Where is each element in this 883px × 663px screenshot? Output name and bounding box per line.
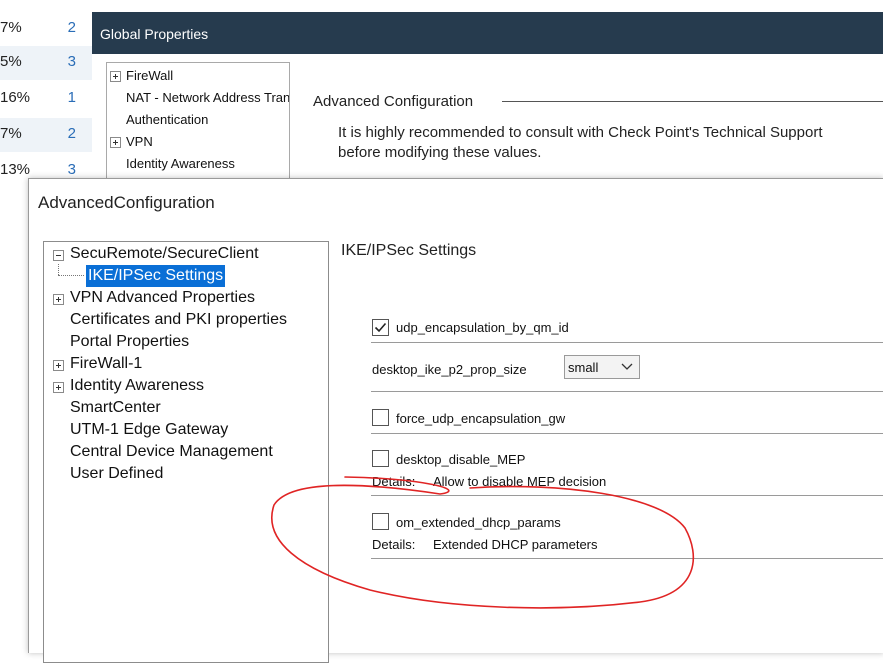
advanced-configuration-dialog: AdvancedConfiguration SecuRemote/SecureC… [28, 178, 883, 663]
udp-encapsulation-label: udp_encapsulation_by_qm_id [396, 320, 569, 335]
row-divider [371, 342, 883, 343]
disable-mep-checkbox[interactable] [372, 450, 389, 467]
list-item[interactable]: 7% 2 [0, 118, 92, 152]
expand-icon[interactable] [53, 294, 64, 305]
tree-item-user-defined[interactable]: User Defined [70, 463, 163, 485]
warning-note-line: before modifying these values. [338, 144, 542, 161]
list-item[interactable]: 16% 1 [0, 82, 92, 116]
details-label: Details: [372, 474, 416, 489]
warning-note: It is highly recommended to consult with… [338, 123, 878, 163]
prop-size-label: desktop_ike_p2_prop_size [372, 362, 527, 377]
details-text: Allow to disable MEP decision [433, 474, 607, 489]
section-heading: Advanced Configuration [313, 93, 474, 110]
count-link[interactable]: 2 [68, 19, 76, 36]
disable-mep-label: desktop_disable_MEP [396, 452, 526, 467]
force-udp-label: force_udp_encapsulation_gw [396, 411, 566, 426]
tree-item-firewall-1[interactable]: FireWall-1 [70, 353, 142, 375]
tree-item-label: FireWall [126, 68, 174, 83]
tree-item-vpn-advanced[interactable]: VPN Advanced Properties [70, 287, 255, 309]
count-link[interactable]: 3 [68, 53, 76, 70]
section-divider [502, 101, 883, 102]
tree-item-securemote[interactable]: SecuRemote/SecureClient [70, 243, 259, 265]
tree-item-label: Identity Awareness [126, 156, 235, 171]
tree-item-certificates[interactable]: Certificates and PKI properties [70, 309, 287, 331]
row-divider [371, 495, 883, 496]
details-text: Extended DHCP parameters [433, 537, 598, 552]
details-label: Details: [372, 537, 416, 552]
list-item[interactable]: 5% 3 [0, 46, 92, 80]
chevron-down-icon [621, 363, 633, 370]
section-title: IKE/IPSec Settings [341, 242, 477, 259]
expand-icon[interactable] [110, 137, 121, 148]
om-extended-dhcp-label: om_extended_dhcp_params [396, 515, 561, 530]
tree-item-portal[interactable]: Portal Properties [70, 331, 189, 353]
warning-note-line: It is highly recommended to consult with… [338, 124, 823, 141]
background-list: 7% 2 5% 3 16% 1 7% 2 13% 3 [0, 0, 92, 180]
count-link[interactable]: 2 [68, 125, 76, 142]
count-link[interactable]: 3 [68, 161, 76, 178]
tree-item-label: VPN [126, 134, 153, 149]
global-properties-tree: FireWall NAT - Network Address Translati… [106, 62, 290, 193]
tree-item-label: NAT - Network Address Translation [126, 90, 290, 105]
tree-connector [58, 275, 84, 276]
collapse-icon[interactable] [53, 250, 64, 261]
tree-item-label: Authentication [126, 112, 209, 127]
global-properties-window: Global Properties FireWall NAT - Network… [92, 12, 883, 193]
tree-item-authentication[interactable]: Authentication [126, 109, 208, 131]
percent-value: 7% [0, 19, 22, 36]
udp-encapsulation-checkbox[interactable] [372, 319, 389, 336]
dialog-title: AdvancedConfiguration [38, 193, 215, 212]
row-divider [371, 391, 883, 392]
tree-item-smartcenter[interactable]: SmartCenter [70, 397, 161, 419]
settings-tree: SecuRemote/SecureClient IKE/IPSec Settin… [43, 241, 329, 663]
tree-item-nat[interactable]: NAT - Network Address Translation [126, 87, 290, 109]
percent-value: 13% [0, 161, 31, 178]
tree-item-central-device-mgmt[interactable]: Central Device Management [70, 441, 273, 463]
tree-connector [58, 264, 59, 275]
percent-value: 5% [0, 53, 22, 70]
checkmark-icon [374, 322, 387, 333]
force-udp-checkbox[interactable] [372, 409, 389, 426]
row-divider [371, 433, 883, 434]
expand-icon[interactable] [53, 382, 64, 393]
tree-item-utm-edge[interactable]: UTM-1 Edge Gateway [70, 419, 228, 441]
row-divider [371, 558, 883, 559]
om-extended-dhcp-checkbox[interactable] [372, 513, 389, 530]
prop-size-select[interactable]: small [564, 355, 640, 379]
list-item[interactable]: 7% 2 [0, 12, 92, 46]
tree-item-identity-awareness[interactable]: Identity Awareness [70, 375, 204, 397]
expand-icon[interactable] [110, 71, 121, 82]
percent-value: 16% [0, 89, 31, 106]
tree-item-ike-ipsec-settings[interactable]: IKE/IPSec Settings [86, 265, 226, 287]
tree-item-identity-awareness[interactable]: Identity Awareness [126, 153, 235, 175]
expand-icon[interactable] [53, 360, 64, 371]
count-link[interactable]: 1 [68, 89, 76, 106]
prop-size-value: small [568, 360, 599, 375]
percent-value: 7% [0, 125, 22, 142]
window-title: Global Properties [92, 12, 883, 54]
